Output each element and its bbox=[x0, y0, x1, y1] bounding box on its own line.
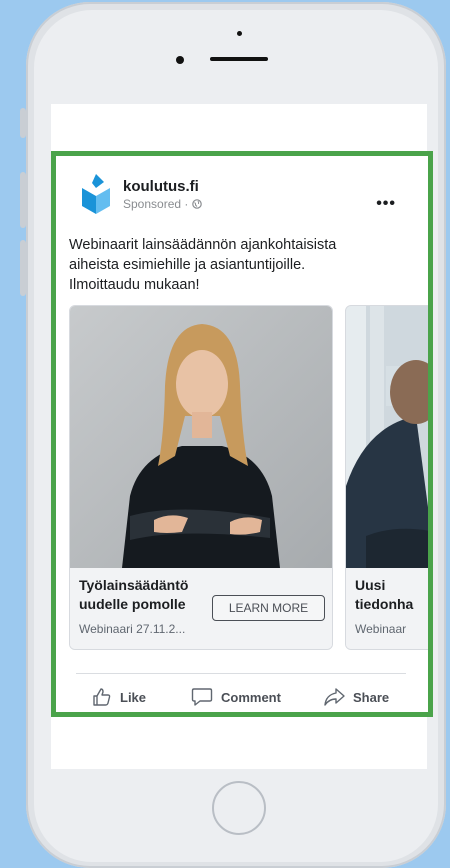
share-button[interactable]: Share bbox=[323, 683, 389, 711]
learn-more-button[interactable]: LEARN MORE bbox=[212, 595, 325, 621]
post-actions: Like Comment Share bbox=[56, 683, 428, 712]
comment-label: Comment bbox=[221, 689, 281, 705]
card-subtitle: Webinaar bbox=[355, 622, 407, 636]
front-camera bbox=[176, 56, 184, 64]
post-text: Webinaarit lainsäädännön ajankohtaisista… bbox=[69, 237, 337, 293]
thumbs-up-icon bbox=[93, 688, 111, 706]
share-label: Share bbox=[353, 689, 390, 705]
comment-bubble-icon bbox=[191, 688, 213, 706]
like-label: Like bbox=[120, 689, 147, 705]
comment-button[interactable]: Comment bbox=[191, 683, 281, 711]
card-image[interactable] bbox=[346, 306, 433, 568]
carousel-card[interactable]: Työlainsäädäntö uudelle pomolle Webinaar… bbox=[69, 305, 333, 650]
mute-switch bbox=[20, 108, 26, 138]
post-header: koulutus.fi Sponsored · ••• bbox=[76, 174, 416, 214]
ad-carousel[interactable]: Työlainsäädäntö uudelle pomolle Webinaar… bbox=[69, 305, 433, 650]
like-button[interactable]: Like bbox=[92, 683, 146, 711]
card-body: Työlainsäädäntö uudelle pomolle Webinaar… bbox=[70, 568, 332, 649]
book-logo-icon[interactable] bbox=[80, 174, 112, 214]
sensor-dot bbox=[237, 31, 242, 36]
share-arrow-icon bbox=[324, 688, 345, 706]
sponsored-post: koulutus.fi Sponsored · ••• Webinaarit l… bbox=[51, 151, 433, 717]
home-button[interactable] bbox=[212, 781, 266, 835]
card-title[interactable]: Työlainsäädäntö uudelle pomolle bbox=[79, 576, 209, 614]
card-subtitle: Webinaari 27.11.2... bbox=[79, 622, 186, 636]
divider bbox=[76, 673, 406, 674]
globe-icon bbox=[191, 199, 202, 209]
more-options-icon[interactable]: ••• bbox=[376, 196, 396, 212]
card-body: Uusi tiedonha Webinaar bbox=[346, 568, 428, 649]
card-title[interactable]: Uusi tiedonha bbox=[355, 576, 428, 614]
sponsored-text: Sponsored · bbox=[123, 197, 192, 211]
carousel-card[interactable]: Uusi tiedonha Webinaar bbox=[345, 305, 433, 650]
earpiece-speaker bbox=[210, 57, 268, 61]
card-image[interactable] bbox=[70, 306, 332, 568]
volume-up-button bbox=[20, 172, 26, 228]
sponsored-label: Sponsored · bbox=[123, 197, 202, 211]
page-name[interactable]: koulutus.fi bbox=[123, 178, 199, 195]
volume-down-button bbox=[20, 240, 26, 296]
